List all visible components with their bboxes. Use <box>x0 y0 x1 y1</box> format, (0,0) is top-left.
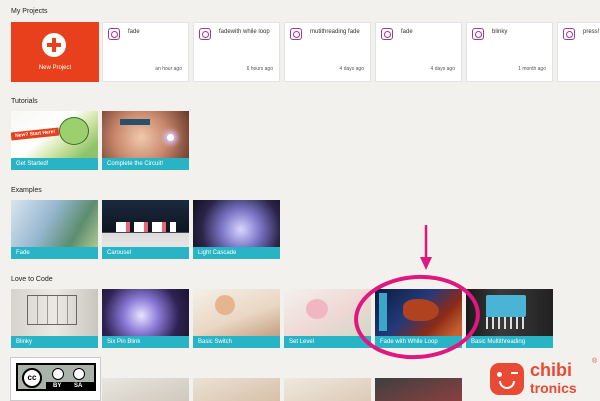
cc-icon: cc <box>22 368 42 388</box>
love-tile-partial[interactable] <box>193 378 280 401</box>
chibi-face-icon <box>490 363 524 395</box>
project-time: 1 month ago <box>518 66 546 72</box>
project-icon <box>108 28 120 40</box>
project-icon <box>290 28 302 40</box>
project-icon <box>472 28 484 40</box>
project-card[interactable]: press! <box>557 22 600 82</box>
project-icon <box>563 28 575 40</box>
cc-license-badge: cc BY SA <box>10 357 101 401</box>
project-time: 4 days ago <box>339 66 364 72</box>
sketch-illustration <box>27 295 77 325</box>
project-icon <box>199 28 211 40</box>
tutorial-tile-complete-circuit[interactable]: Complete the Circuit! <box>102 111 189 170</box>
example-tile-fade[interactable]: Fade <box>11 200 98 259</box>
brand-word-chibi: chibi <box>530 360 573 380</box>
board-image <box>486 295 526 317</box>
cc-license-inner: cc BY SA <box>16 363 96 391</box>
project-name: fadewith while loop <box>219 29 270 35</box>
section-title-examples: Examples <box>11 187 42 194</box>
unicorn-illustration <box>116 222 176 232</box>
plus-icon <box>42 33 66 57</box>
project-card[interactable]: fade 4 days ago <box>375 22 462 82</box>
project-card[interactable]: fade an hour ago <box>102 22 189 82</box>
project-card[interactable]: fadewith while loop 6 hours ago <box>193 22 280 82</box>
led-glow-image <box>167 134 174 141</box>
attribution-icon <box>52 368 64 380</box>
project-icon <box>381 28 393 40</box>
section-title-my-projects: My Projects <box>11 8 48 15</box>
project-time: an hour ago <box>155 66 182 72</box>
by-label: BY <box>53 383 62 389</box>
new-project-label: New Project <box>38 65 72 71</box>
project-name: mutithreading fade <box>310 29 360 35</box>
tile-caption: Blinky <box>11 336 98 348</box>
love-tile-blinky[interactable]: Blinky <box>11 289 98 348</box>
new-start-here-badge: New? Start Here! <box>11 127 60 141</box>
girl-illustration <box>215 295 235 315</box>
love-tile-six-pin-blink[interactable]: Six Pin Blink <box>102 289 189 348</box>
tile-caption: Light Cascade <box>193 247 280 259</box>
tile-caption: Basic Switch <box>193 336 280 348</box>
example-tile-carousel[interactable]: Carousel <box>102 200 189 259</box>
project-name: blinky <box>492 29 508 35</box>
project-card[interactable]: mutithreading fade 4 days ago <box>284 22 371 82</box>
love-tile-partial[interactable] <box>102 378 189 401</box>
annotation-arrow-icon <box>420 225 432 271</box>
tile-caption: Complete the Circuit! <box>102 158 189 170</box>
section-title-love-to-code: Love to Code <box>11 276 53 283</box>
share-alike-icon <box>73 368 85 380</box>
project-time: 4 days ago <box>430 66 455 72</box>
love-tile-basic-switch[interactable]: Basic Switch <box>193 289 280 348</box>
flower-illustration <box>306 299 328 319</box>
tile-caption: Six Pin Blink <box>102 336 189 348</box>
registered-mark: ® <box>592 358 598 365</box>
tile-caption: Carousel <box>102 247 189 259</box>
new-project-button[interactable]: New Project <box>11 22 99 82</box>
circuit-board-image <box>120 119 150 125</box>
projects-row: New Project fade an hour ago fadewith wh… <box>11 22 600 82</box>
section-title-tutorials: Tutorials <box>11 98 38 105</box>
love-tile-partial[interactable] <box>284 378 371 401</box>
annotation-circle <box>352 272 482 362</box>
project-name: fade <box>128 29 140 35</box>
love-tile-partial[interactable] <box>375 378 462 401</box>
example-tile-light-cascade[interactable]: Light Cascade <box>193 200 280 259</box>
project-card[interactable]: blinky 1 month ago <box>466 22 553 82</box>
sa-label: SA <box>74 383 83 389</box>
project-time: 6 hours ago <box>246 66 273 72</box>
project-name: press! <box>583 29 600 35</box>
tile-caption: Get Started! <box>11 158 98 170</box>
tutorial-tile-get-started[interactable]: New? Start Here! Get Started! <box>11 111 98 170</box>
chibitronics-logo: chibi tronics ® <box>490 358 600 401</box>
brand-word-tronics: tronics <box>530 380 577 396</box>
pins-image <box>486 317 526 329</box>
tile-caption: Fade <box>11 247 98 259</box>
frog-illustration <box>59 117 89 145</box>
project-name: fade <box>401 29 413 35</box>
